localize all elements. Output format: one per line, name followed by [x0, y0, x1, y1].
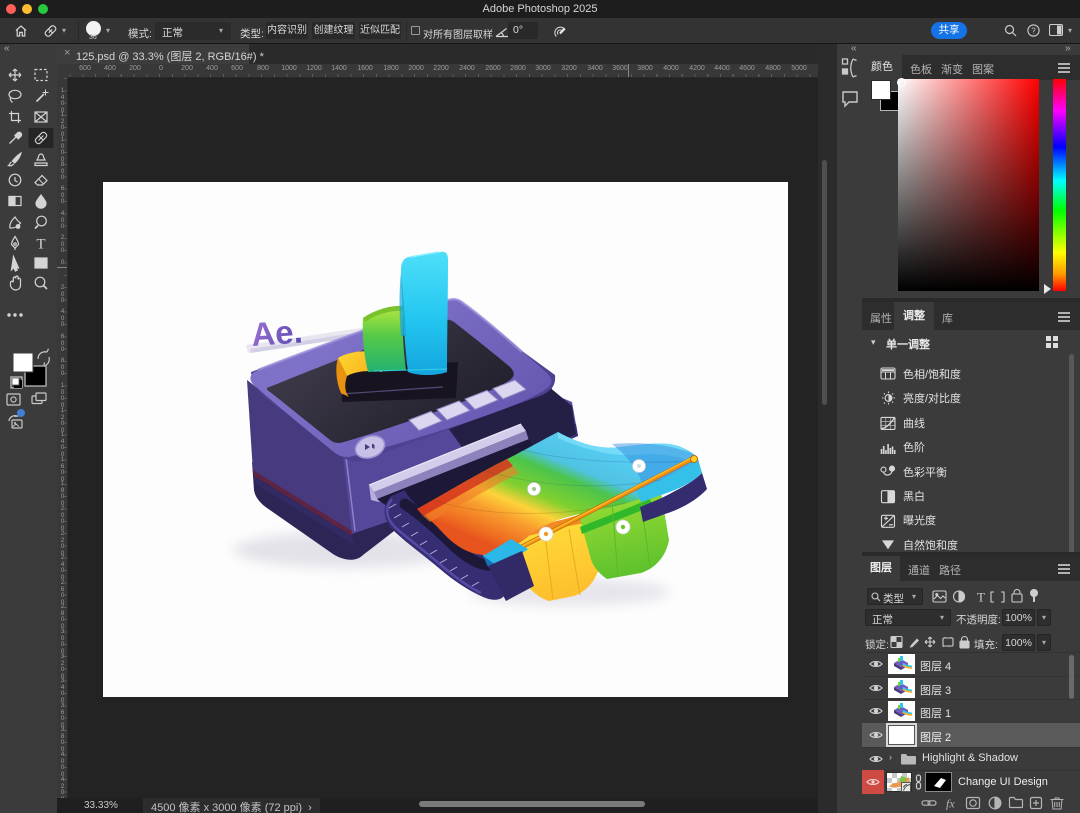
svg-text:fx: fx	[946, 797, 955, 811]
svg-text:T: T	[36, 237, 45, 253]
svg-text:T: T	[977, 590, 985, 605]
svg-text:Ae.: Ae.	[250, 312, 304, 352]
svg-text:?: ?	[1031, 26, 1036, 35]
